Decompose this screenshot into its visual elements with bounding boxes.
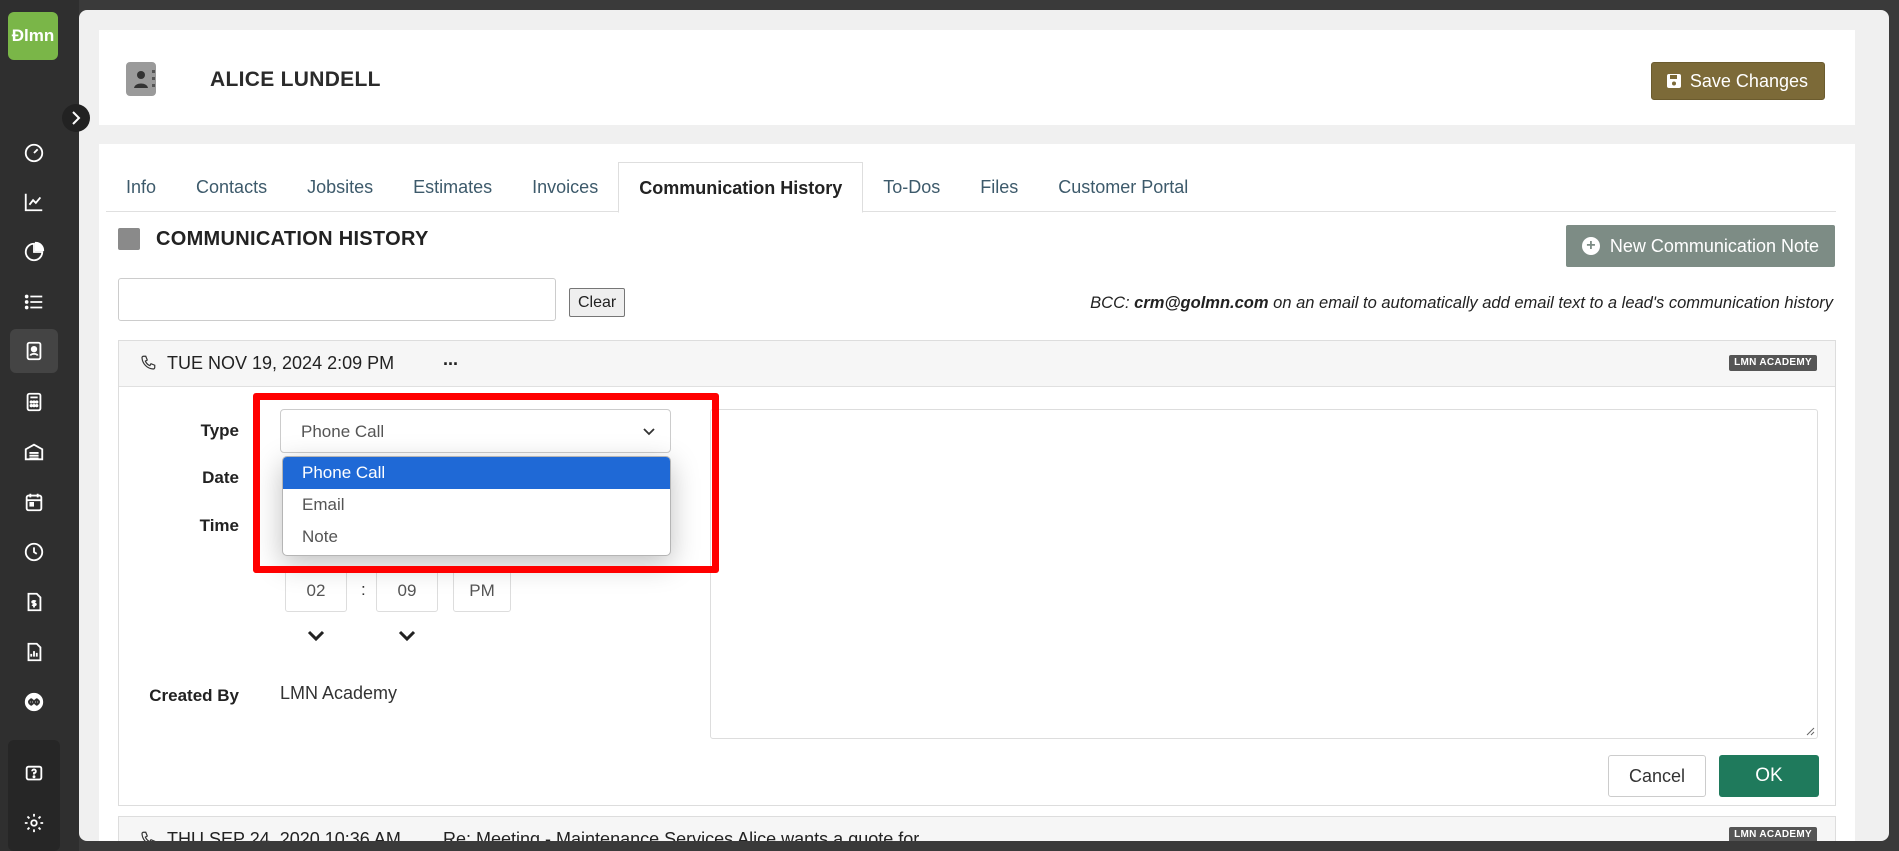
hour-field[interactable]: 02 (285, 570, 347, 612)
type-select-value: Phone Call (301, 422, 385, 441)
search-input[interactable] (118, 278, 556, 321)
help-icon[interactable] (10, 752, 58, 796)
ampm-toggle[interactable]: PM (453, 570, 511, 612)
ok-button[interactable]: OK (1719, 755, 1819, 797)
type-select[interactable]: Phone Call (280, 409, 671, 453)
author-badge: LMN ACADEMY (1729, 827, 1817, 841)
settings-icon[interactable] (10, 801, 58, 845)
tab-files[interactable]: Files (960, 162, 1038, 212)
pie-chart-icon[interactable] (10, 230, 58, 274)
author-badge: LMN ACADEMY (1729, 355, 1817, 371)
cancel-button[interactable]: Cancel (1608, 755, 1706, 797)
new-communication-note-button[interactable]: + New Communication Note (1565, 225, 1835, 267)
section-title: COMMUNICATION HISTORY (156, 228, 429, 250)
chart-line-icon[interactable] (10, 180, 58, 224)
minute-field[interactable]: 09 (376, 570, 438, 612)
tab-communication-history[interactable]: Communication History (618, 162, 864, 213)
type-dropdown-menu: Phone Call Email Note (282, 456, 671, 556)
page-header: ALICE LUNDELL Save Changes (99, 30, 1855, 125)
date-label: Date (202, 468, 239, 487)
calculator-icon[interactable] (10, 380, 58, 424)
bcc-suffix: on an email to automatically add email t… (1273, 294, 1833, 312)
dashboard-icon[interactable] (10, 131, 58, 175)
floppy-disk-icon (1666, 74, 1681, 88)
time-label: Time (199, 516, 239, 535)
save-changes-button[interactable]: Save Changes (1650, 62, 1825, 100)
minute-decrement-icon[interactable] (398, 630, 416, 642)
page-title: ALICE LUNDELL (210, 68, 381, 91)
tab-invoices[interactable]: Invoices (512, 162, 618, 212)
note-textarea[interactable] (710, 409, 1818, 739)
contact-card-icon (126, 62, 156, 96)
save-changes-label: Save Changes (1689, 70, 1808, 91)
tab-jobsites[interactable]: Jobsites (287, 162, 393, 212)
lmn-logo[interactable]: Ðlmn (8, 12, 58, 60)
bcc-prefix: BCC: (1090, 294, 1130, 312)
entry-subject: Re: Meeting - Maintenance Services Alice… (443, 829, 920, 841)
tab-to-dos[interactable]: To-Dos (863, 162, 960, 212)
clear-button[interactable]: Clear (569, 288, 626, 317)
invoice-icon[interactable] (10, 580, 58, 624)
sidebar-toggle-button[interactable] (62, 104, 90, 132)
hour-decrement-icon[interactable] (307, 630, 325, 642)
new-note-label: New Communication Note (1609, 235, 1819, 256)
chevron-down-icon (643, 428, 655, 436)
contact-book-icon[interactable] (10, 329, 58, 373)
phone-icon (141, 831, 156, 841)
bcc-email: crm@golmn.com (1134, 294, 1269, 312)
chevron-right-icon (72, 111, 81, 125)
type-option-email[interactable]: Email (283, 489, 670, 521)
main-content: ALICE LUNDELL Save Changes Info Contacts… (79, 10, 1889, 841)
phone-icon (141, 355, 156, 370)
tab-customer-portal[interactable]: Customer Portal (1038, 162, 1208, 212)
tab-estimates[interactable]: Estimates (393, 162, 512, 212)
resize-handle-icon[interactable] (1805, 726, 1815, 736)
plus-circle-icon: + (1581, 237, 1600, 255)
type-option-phone-call[interactable]: Phone Call (283, 457, 670, 489)
type-label: Type (200, 421, 239, 440)
communication-entry: TUE NOV 19, 2024 2:09 PM ... LMN ACADEMY… (118, 340, 1836, 806)
time-separator: : (361, 580, 366, 599)
bcc-hint: BCC: crm@golmn.com on an email to automa… (1090, 294, 1833, 313)
tab-contacts[interactable]: Contacts (176, 162, 287, 212)
entry-header[interactable]: TUE NOV 19, 2024 2:09 PM ... LMN ACADEMY (119, 341, 1835, 387)
clock-icon[interactable] (10, 530, 58, 574)
sticky-note-icon (118, 228, 140, 250)
entry-datetime: THU SEP 24, 2020 10:36 AM (167, 829, 401, 841)
calendar-icon[interactable] (10, 480, 58, 524)
entry-datetime: TUE NOV 19, 2024 2:09 PM (167, 353, 395, 373)
tab-bar: Info Contacts Jobsites Estimates Invoice… (106, 162, 1836, 213)
tab-info[interactable]: Info (106, 162, 176, 212)
list-icon[interactable] (10, 280, 58, 324)
garage-icon[interactable] (10, 430, 58, 474)
report-icon[interactable] (10, 630, 58, 674)
created-by-label: Created By (149, 686, 239, 705)
quickbooks-icon[interactable] (10, 680, 58, 724)
customer-panel: Info Contacts Jobsites Estimates Invoice… (99, 144, 1855, 841)
communication-entry-2[interactable]: THU SEP 24, 2020 10:36 AM Re: Meeting - … (118, 816, 1836, 841)
created-by-value: LMN Academy (280, 683, 398, 703)
type-option-note[interactable]: Note (283, 521, 670, 553)
entry-summary: ... (443, 349, 459, 369)
